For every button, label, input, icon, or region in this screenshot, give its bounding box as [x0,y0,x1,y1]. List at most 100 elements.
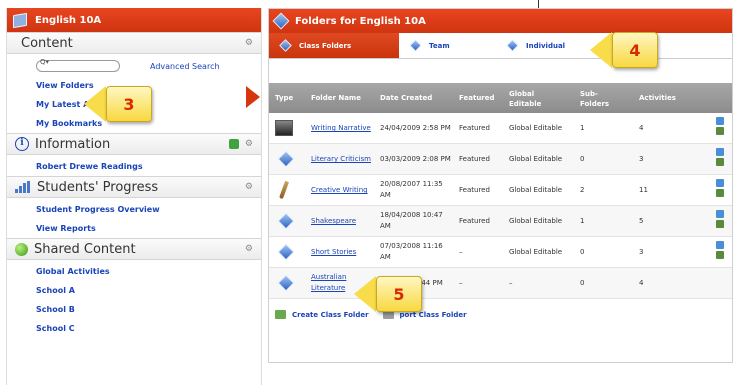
progress-section-header[interactable]: Students' Progress ⚙ [7,176,261,198]
tab-label: Individual [526,41,566,50]
row-actions [716,241,724,259]
date-created: 18/04/2008 10:47 [380,211,443,219]
sub-folders: 0 [580,279,585,287]
featured: – [459,279,463,287]
shared-section-header[interactable]: Shared Content ⚙ [7,238,261,260]
image-icon [275,120,293,136]
table-row[interactable]: Short Stories 07/03/2008 11:16 AM – Glob… [269,237,732,268]
date-created: 03/03/2009 2:08 PM [380,155,451,163]
col-folder-name[interactable]: Folder Name [311,94,361,102]
delete-icon[interactable] [716,127,724,135]
table-row[interactable]: Australian Literature :44 PM – – 0 4 [269,268,732,299]
tab-team[interactable]: Team [399,33,496,58]
divider [538,0,539,8]
sub-folders: 1 [580,217,585,225]
edit-icon[interactable] [716,241,724,249]
folder-name[interactable]: Writing Narrative [311,124,371,132]
tab-label: Class Folders [299,41,352,50]
row-actions [716,210,724,228]
globe-icon [15,242,28,256]
activities: 3 [639,248,644,256]
advanced-search-link[interactable]: Advanced Search [150,62,220,71]
row-actions [716,179,724,197]
edit-icon[interactable] [716,148,724,156]
col-featured[interactable]: Featured [459,94,495,102]
edit-icon[interactable] [716,117,724,125]
date-created: 07/03/2008 11:16 [380,242,443,250]
callout-number: 3 [106,86,152,122]
table-row[interactable]: Creative Writing 20/08/2007 11:35 AM Fea… [269,175,732,206]
sidebar-item-school-a[interactable]: School A [36,281,261,300]
information-section-header[interactable]: i Information ⚙ [7,133,261,155]
sub-folders: 0 [580,248,585,256]
folder-name-line2[interactable]: Literature [311,284,345,292]
date-created: 20/08/2007 11:35 [380,180,443,188]
folder-diamond-icon [277,150,295,168]
add-icon[interactable] [229,139,239,149]
callout-arrow [84,86,106,122]
col-global-2[interactable]: Editable [509,100,541,108]
folder-name[interactable]: Australian [311,273,346,281]
folder-name[interactable]: Literary Criticism [311,155,371,163]
edit-icon[interactable] [716,179,724,187]
row-actions [716,117,724,135]
progress-heading: Students' Progress [37,179,159,195]
sidebar-item-school-b[interactable]: School B [36,300,261,319]
delete-icon[interactable] [716,251,724,259]
col-global[interactable]: Global [509,90,534,98]
activities: 4 [639,124,644,132]
activities: 4 [639,279,644,287]
table-row[interactable]: Literary Criticism 03/03/2009 2:08 PM Fe… [269,144,732,175]
sidebar-item-progress-overview[interactable]: Student Progress Overview [36,200,261,219]
table-row[interactable]: Shakespeare 18/04/2008 10:47 AM Featured… [269,206,732,237]
global-editable: – [509,279,513,287]
sidebar-header: English 10A [7,8,261,32]
callout-number: 5 [376,276,422,312]
col-activities[interactable]: Activities [639,94,676,102]
sidebar-item-global-activities[interactable]: Global Activities [36,262,261,281]
folders-panel: Folders for English 10A Class Folders Te… [268,8,733,363]
col-sub-2[interactable]: Folders [580,100,609,108]
gear-icon[interactable]: ⚙ [245,244,253,254]
shared-heading: Shared Content [34,241,136,257]
delete-icon[interactable] [716,220,724,228]
content-heading: Content [21,35,73,51]
featured: – [459,248,463,256]
col-type[interactable]: Type [275,94,293,102]
callout-4: 4 [590,32,658,68]
folder-add-icon [275,310,286,319]
panel-header: Folders for English 10A [269,9,732,33]
global-editable: Global Editable [509,248,563,256]
col-date-created[interactable]: Date Created [380,94,432,102]
global-editable: Global Editable [509,217,563,225]
folder-name[interactable]: Short Stories [311,248,356,256]
date-created: 24/04/2009 2:58 PM [380,124,451,132]
gear-icon[interactable]: ⚙ [245,139,253,149]
table-row[interactable]: Writing Narrative 24/04/2009 2:58 PM Fea… [269,113,732,144]
sidebar-item-robert-drewe[interactable]: Robert Drewe Readings [36,157,261,176]
folder-diamond-icon [409,39,422,52]
folder-diamond-icon [279,39,292,52]
folders-table: Type Folder Name Date Created Featured G… [269,83,732,299]
tab-class-folders[interactable]: Class Folders [269,33,399,58]
activities: 11 [639,186,648,194]
global-editable: Global Editable [509,186,563,194]
progress-links: Student Progress Overview View Reports [7,198,261,238]
gear-icon[interactable]: ⚙ [245,182,253,192]
sidebar-item-school-c[interactable]: School C [36,319,261,338]
callout-3: 3 [84,86,152,122]
folder-name[interactable]: Shakespeare [311,217,356,225]
delete-icon[interactable] [716,158,724,166]
delete-icon[interactable] [716,189,724,197]
pencil-icon [279,180,289,200]
folder-diamond-icon [506,39,519,52]
col-sub[interactable]: Sub- [580,90,598,98]
folder-name[interactable]: Creative Writing [311,186,368,194]
sidebar-item-view-reports[interactable]: View Reports [36,219,261,238]
edit-icon[interactable] [716,210,724,218]
folder-diamond-icon [277,243,295,261]
date-created-time: AM [380,191,391,199]
gear-icon[interactable]: ⚙ [245,38,253,48]
global-editable: Global Editable [509,124,563,132]
content-section-header[interactable]: Content ⚙ [7,32,261,54]
